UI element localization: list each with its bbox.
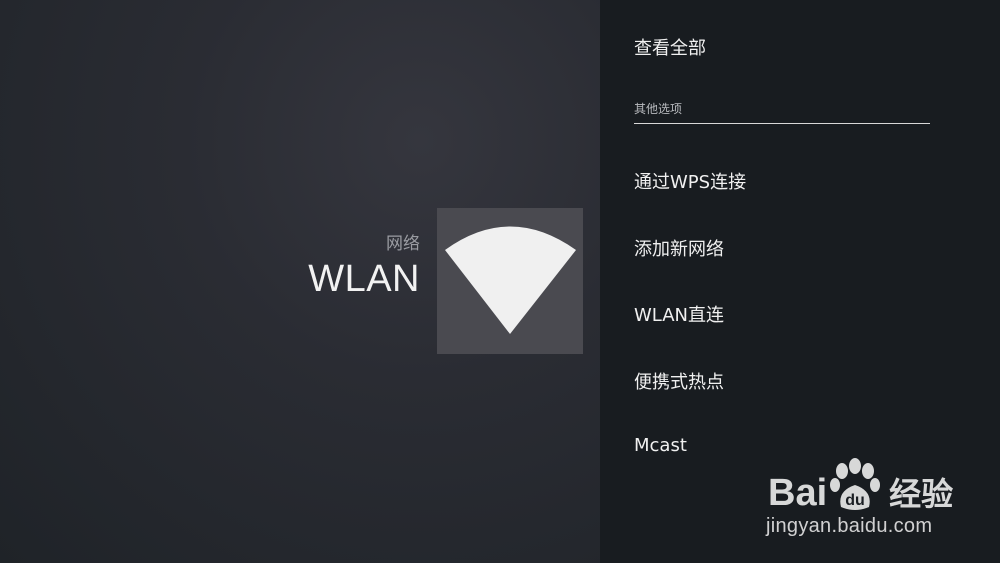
- menu-item-wlan-direct[interactable]: WLAN直连: [634, 301, 724, 327]
- baidu-jingyan-watermark: Bai du 经验 jingyan.baidu.com: [766, 455, 966, 545]
- menu-item-wps-connect[interactable]: 通过WPS连接: [634, 168, 746, 194]
- menu-item-portable-hotspot[interactable]: 便携式热点: [634, 368, 724, 394]
- svg-text:du: du: [845, 492, 865, 509]
- other-options-label: 其他选项: [634, 102, 683, 116]
- page-title: WLAN: [308, 258, 420, 300]
- wifi-icon: [445, 226, 576, 334]
- watermark-logo: Bai du 经验: [768, 455, 953, 515]
- menu-item-add-network[interactable]: 添加新网络: [634, 235, 724, 261]
- watermark-brand-suffix: 经验: [889, 476, 954, 512]
- view-all-button[interactable]: 查看全部: [634, 34, 706, 60]
- paw-icon: du: [830, 458, 881, 510]
- tv-settings-screen: 网络 WLAN 查看全部 其他选项 通过WPS连接 添加新网络 WLAN直连 便…: [0, 0, 1000, 563]
- watermark-url: jingyan.baidu.com: [766, 515, 933, 537]
- section-divider: [634, 123, 930, 124]
- watermark-brand: Bai: [768, 472, 828, 514]
- header-panel: 网络 WLAN: [0, 0, 600, 563]
- breadcrumb: 网络: [386, 234, 420, 254]
- menu-item-mcast[interactable]: Mcast: [634, 435, 687, 456]
- wifi-icon-tile: [437, 208, 583, 354]
